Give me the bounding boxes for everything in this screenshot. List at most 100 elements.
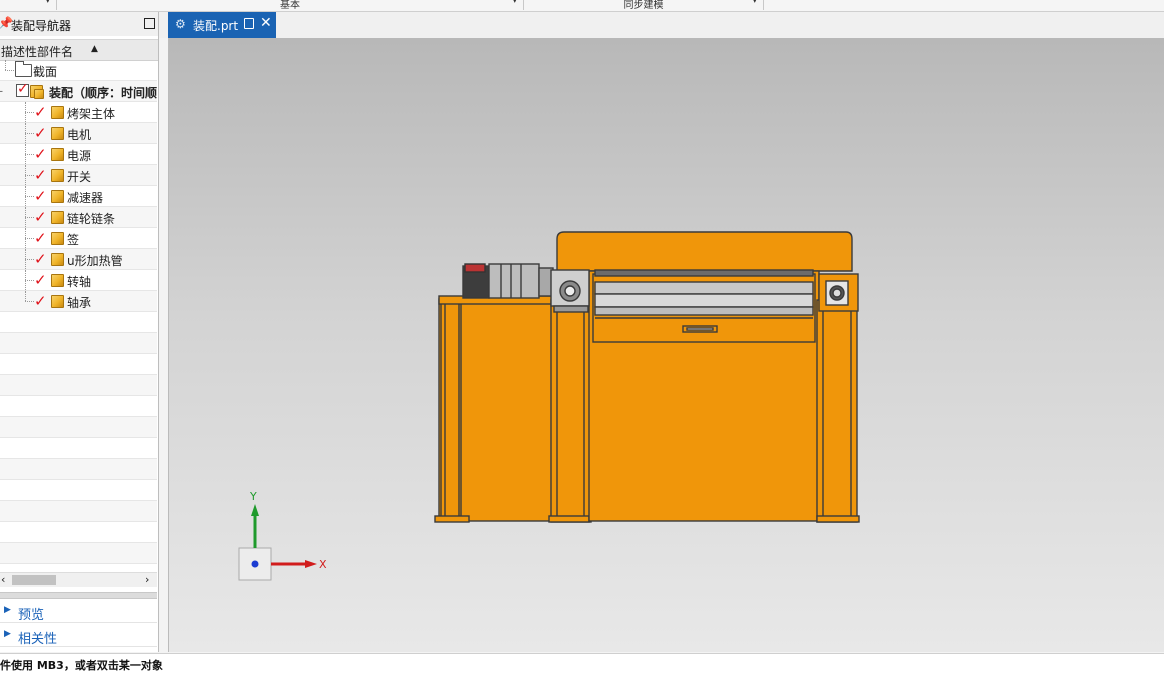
check-icon[interactable]: ✓ — [34, 293, 47, 309]
assembly-navigator: 📌 装配导航器 描述性部件名 ▲ 截面 – ✓ 装配（顺序：时间顺 ✓ 烤架主体 — [0, 12, 159, 652]
maximize-icon[interactable] — [144, 18, 155, 29]
check-icon[interactable]: ✓ — [34, 272, 47, 288]
document-tab-bar — [159, 12, 1164, 38]
model-canvas[interactable] — [169, 38, 1164, 652]
check-icon[interactable]: ✓ — [34, 167, 47, 183]
chevron-down-icon[interactable]: ▾ — [512, 0, 517, 6]
part-cube-icon — [51, 127, 64, 140]
chevron-down-icon[interactable]: ▾ — [752, 0, 757, 6]
empty-row — [0, 480, 157, 501]
tree-node-part[interactable]: ✓ 转轴 — [0, 270, 157, 291]
rear-hood — [556, 231, 853, 272]
empty-row — [0, 501, 157, 522]
right-foot — [816, 515, 860, 523]
tree-node-label: 电机 — [67, 128, 92, 142]
visibility-checkbox[interactable]: ✓ — [16, 81, 29, 97]
tree-node-part[interactable]: ✓ 轴承 — [0, 291, 157, 312]
empty-row — [0, 522, 157, 543]
chevron-down-icon[interactable]: ▾ — [45, 0, 50, 6]
ribbon-group-label: 基本 — [280, 0, 300, 11]
tree-node-label: u形加热管 — [67, 254, 123, 268]
tree-node-section[interactable]: 截面 — [0, 60, 157, 81]
panel-dependencies[interactable]: ▶ 相关性 — [0, 624, 157, 647]
horizontal-scrollbar[interactable]: ‹ › — [0, 572, 157, 587]
popout-window-icon[interactable] — [244, 18, 254, 29]
tree-node-part[interactable]: ✓ 签 — [0, 228, 157, 249]
check-icon[interactable]: ✓ — [34, 230, 47, 246]
part-cube-icon — [51, 211, 64, 224]
column-header[interactable]: 描述性部件名 ▲ — [0, 39, 158, 61]
collapse-icon[interactable]: – — [0, 86, 3, 97]
navigator-title-bar: 📌 装配导航器 — [0, 12, 158, 36]
ribbon-bar: ▾ 基本 ▾ 同步建模 ▾ — [0, 0, 1164, 12]
tree-node-label: 装配（顺序：时间顺 — [49, 86, 158, 100]
scroll-left-icon[interactable]: ‹ — [1, 573, 5, 586]
tree-node-part[interactable]: ✓ 链轮链条 — [0, 207, 157, 228]
post-foot — [548, 515, 590, 523]
tree-node-part[interactable]: ✓ 烤架主体 — [0, 102, 157, 123]
part-cube-icon — [51, 274, 64, 287]
empty-row — [0, 417, 157, 438]
status-message: 件使用 MB3，或者双击某一对象 — [0, 659, 163, 672]
check-icon[interactable]: ✓ — [34, 188, 47, 204]
tree-node-label: 开关 — [67, 170, 92, 184]
sort-ascending-icon[interactable]: ▲ — [91, 44, 98, 54]
check-icon[interactable]: ✓ — [34, 251, 47, 267]
tree-node-part[interactable]: ✓ 减速器 — [0, 186, 157, 207]
part-cube-icon — [51, 232, 64, 245]
empty-row — [0, 438, 157, 459]
graphics-viewport[interactable]: Y X — [168, 38, 1164, 652]
tree-node-label: 轴承 — [67, 296, 92, 310]
part-cube-icon — [51, 295, 64, 308]
tree-node-label: 截面 — [33, 65, 58, 79]
tree-node-label: 链轮链条 — [67, 212, 116, 226]
roaster-model — [434, 231, 860, 523]
part-cube-icon — [51, 106, 64, 119]
panel-label: 相关性 — [18, 632, 58, 647]
ribbon-group-sync-modeling[interactable]: 同步建模 ▾ — [524, 0, 764, 11]
expand-arrow-icon[interactable]: ▶ — [4, 629, 11, 639]
empty-row — [0, 459, 157, 480]
check-icon[interactable]: ✓ — [34, 209, 47, 225]
navigator-title: 装配导航器 — [11, 19, 72, 33]
assembly-subpart-icon — [34, 89, 44, 99]
panel-preview[interactable]: ▶ 预览 — [0, 600, 157, 623]
check-icon[interactable]: ✓ — [34, 146, 47, 162]
tree-list: 截面 – ✓ 装配（顺序：时间顺 ✓ 烤架主体 ✓ 电机 ✓ 电源 — [0, 60, 157, 585]
empty-row — [0, 396, 157, 417]
left-frame — [438, 298, 555, 522]
ribbon-group-basic[interactable]: 基本 ▾ — [57, 0, 524, 11]
scrollbar-thumb[interactable] — [12, 575, 56, 585]
tree-node-part[interactable]: ✓ 开关 — [0, 165, 157, 186]
expand-arrow-icon[interactable]: ▶ — [4, 605, 11, 615]
tree-node-label: 转轴 — [67, 275, 92, 289]
part-file-icon: ⚙ — [175, 17, 186, 31]
empty-row — [0, 375, 157, 396]
tree-node-label: 签 — [67, 233, 80, 247]
column-header-label: 描述性部件名 — [1, 45, 74, 59]
document-tab-assembly[interactable]: ⚙ 装配.prt ✕ — [168, 12, 276, 38]
tree-node-label: 减速器 — [67, 191, 104, 205]
tree-node-part[interactable]: ✓ u形加热管 — [0, 249, 157, 270]
motor — [488, 263, 540, 299]
folder-icon — [15, 61, 32, 77]
part-cube-icon — [51, 190, 64, 203]
check-icon: ✓ — [17, 81, 29, 97]
empty-row — [0, 333, 157, 354]
tree-node-part[interactable]: ✓ 电机 — [0, 123, 157, 144]
left-foot — [434, 515, 470, 523]
tree-node-part[interactable]: ✓ 电源 — [0, 144, 157, 165]
close-icon[interactable]: ✕ — [260, 15, 272, 31]
tree-node-label: 烤架主体 — [67, 107, 116, 121]
check-icon[interactable]: ✓ — [34, 125, 47, 141]
tree-node-assembly-root[interactable]: – ✓ 装配（顺序：时间顺 — [0, 81, 157, 102]
empty-row — [0, 543, 157, 564]
ribbon-group-left[interactable]: ▾ — [0, 0, 57, 10]
panel-splitter[interactable] — [0, 592, 157, 599]
scroll-right-icon[interactable]: › — [145, 573, 149, 586]
document-tab-label: 装配.prt — [193, 19, 239, 33]
chain-rack — [594, 269, 814, 277]
check-icon[interactable]: ✓ — [34, 104, 47, 120]
ribbon-group-label: 同步建模 — [623, 0, 664, 11]
tree-node-label: 电源 — [67, 149, 92, 163]
